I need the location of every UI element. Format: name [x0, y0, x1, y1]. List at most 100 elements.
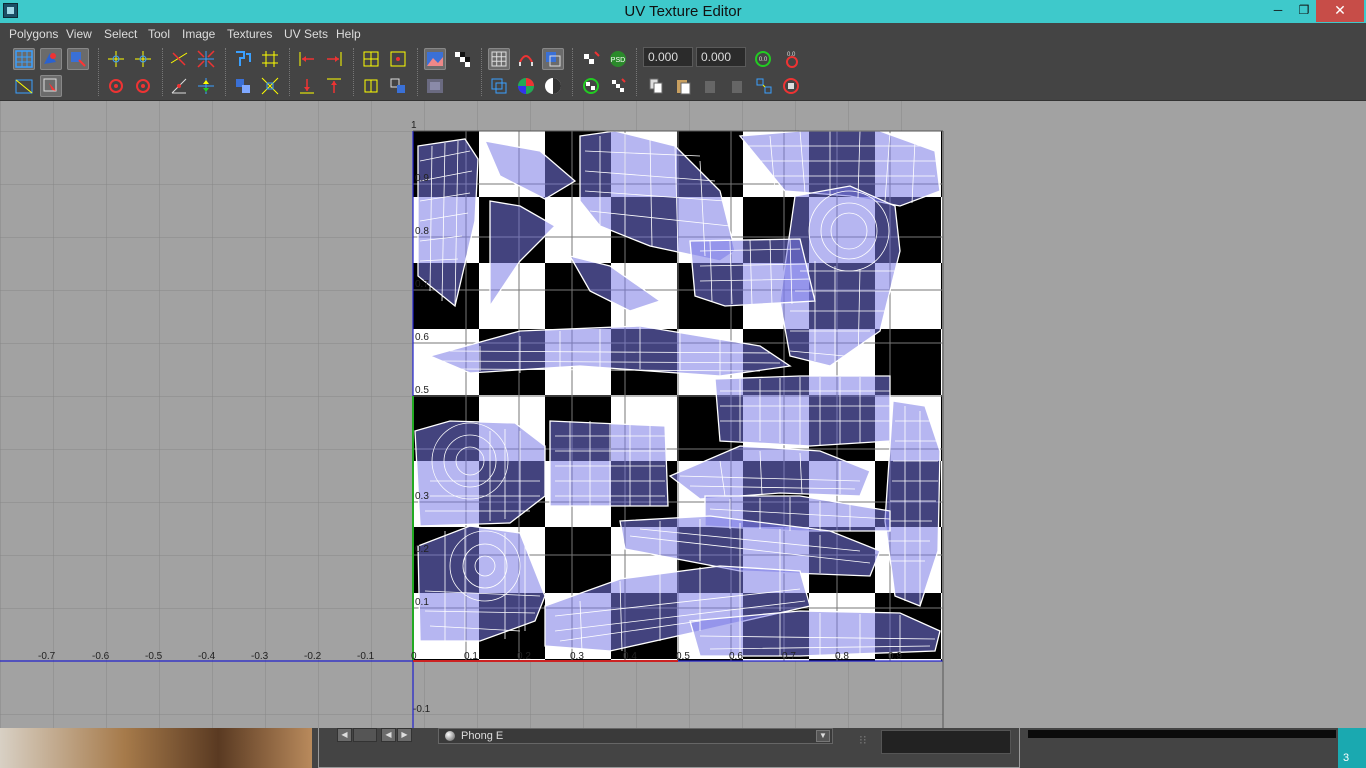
shader-name: Phong E: [461, 730, 504, 742]
uv-shell[interactable]: [689, 610, 941, 657]
align-uvs-bottom-button[interactable]: [296, 75, 318, 97]
grid-uvs-button[interactable]: [259, 48, 281, 70]
alpha-channel-button[interactable]: [542, 75, 564, 97]
delete-uvs-button[interactable]: [780, 75, 802, 97]
v-coordinate-field[interactable]: [696, 47, 746, 67]
image-range-button[interactable]: [580, 48, 602, 70]
timeline-strip: [1026, 728, 1338, 768]
rotate-uv-cw-button[interactable]: [132, 75, 154, 97]
layout-uvs-button[interactable]: [232, 48, 254, 70]
u-tick-label: 0.1: [464, 651, 478, 662]
uv-toolbar: PSD 0.0 0.0: [0, 44, 1366, 101]
menu-uv-sets[interactable]: UV Sets: [284, 27, 328, 41]
chevron-down-icon[interactable]: ▼: [816, 730, 830, 742]
uv-transformation-entry-mode-button[interactable]: 0.0: [779, 48, 801, 70]
u-tick-label: 0.2: [517, 651, 531, 662]
reload-texture-button[interactable]: [607, 75, 629, 97]
move-and-sew-button[interactable]: [195, 75, 217, 97]
uv-shell[interactable]: [714, 375, 891, 447]
pixel-snap-button[interactable]: [515, 48, 537, 70]
v-tick-label: 0.6: [415, 332, 429, 343]
toolbar-separator: [98, 48, 100, 96]
prev-button[interactable]: ◀: [381, 728, 396, 742]
checker-tiles-button[interactable]: [451, 48, 473, 70]
toolbar-separator: [289, 48, 291, 96]
u-tick-label: 0.3: [570, 651, 584, 662]
v-tick-label: 0.9: [415, 173, 429, 184]
toolbar-separator: [225, 48, 227, 96]
move-uv-shell-tool-button[interactable]: [40, 48, 62, 70]
background-viewport-thumbnail: [0, 728, 312, 768]
menu-textures[interactable]: Textures: [227, 27, 272, 41]
u-tick-label: -0.4: [198, 651, 216, 662]
align-uvs-top-button[interactable]: [323, 75, 345, 97]
u-tick-label: -0.2: [304, 651, 322, 662]
straighten-uvs-button[interactable]: [232, 75, 254, 97]
v-tick-label: 1: [411, 120, 417, 131]
u-tick-label: 0.9: [888, 651, 902, 662]
cut-uv-edges-button[interactable]: [168, 48, 190, 70]
u-tick-label: -0.5: [145, 651, 163, 662]
psd-network-button[interactable]: PSD: [607, 48, 629, 70]
shader-ball-icon: [445, 731, 455, 741]
dim-image-button[interactable]: [424, 75, 446, 97]
copy-uvs-button[interactable]: [645, 75, 667, 97]
split-uvs-button[interactable]: [195, 48, 217, 70]
select-shortest-edge-path-button[interactable]: [13, 75, 35, 97]
menu-tool[interactable]: Tool: [148, 27, 170, 41]
display-uv-borders-button[interactable]: [360, 75, 382, 97]
cycle-uvs-button[interactable]: [753, 75, 775, 97]
close-button[interactable]: ✕: [1316, 0, 1364, 22]
u-tick-label: 0.4: [623, 651, 637, 662]
drag-handle-icon[interactable]: ⁝⁝: [859, 733, 875, 747]
flip-uv-horizontal-button[interactable]: [105, 48, 127, 70]
menu-polygons[interactable]: Polygons: [9, 27, 58, 41]
u-coordinate-field[interactable]: [643, 47, 693, 67]
rotate-uv-ccw-button[interactable]: [105, 75, 127, 97]
paste-uvs-button[interactable]: [672, 75, 694, 97]
window-title: UV Texture Editor: [624, 3, 742, 20]
tweak-uv-tool-button[interactable]: [40, 75, 62, 97]
minimize-button[interactable]: ─: [1264, 0, 1292, 22]
uv-smudge-tool-button[interactable]: [67, 48, 89, 70]
uv-lattice-tool-button[interactable]: [13, 48, 35, 70]
display-distortion-button[interactable]: [387, 75, 409, 97]
toggle-grid-button[interactable]: [488, 48, 510, 70]
menu-view[interactable]: View: [66, 27, 92, 41]
shader-dropdown[interactable]: Phong E ▼: [438, 728, 833, 744]
menu-image[interactable]: Image: [182, 27, 215, 41]
update-psd-button[interactable]: [580, 75, 602, 97]
display-image-button[interactable]: [424, 48, 446, 70]
snapshot-button[interactable]: [360, 48, 382, 70]
menu-select[interactable]: Select: [104, 27, 137, 41]
align-uvs-right-button[interactable]: [323, 48, 345, 70]
timeline-bar: [1028, 730, 1336, 738]
uv-grid-canvas[interactable]: -0.7 -0.6 -0.5 -0.4 -0.3 -0.2 -0.1 0 0.1…: [0, 101, 1366, 728]
sew-uv-edges-button[interactable]: [168, 75, 190, 97]
title-bar: UV Texture Editor ─ ❐ ✕: [0, 0, 1366, 23]
scroll-left-button[interactable]: ◀: [337, 728, 352, 742]
select-overlap-button[interactable]: [387, 48, 409, 70]
scroll-track[interactable]: [353, 728, 377, 742]
refresh-uv-values-button[interactable]: 0.0: [752, 48, 774, 70]
paste-v-button[interactable]: [726, 75, 748, 97]
u-tick-label: -0.1: [357, 651, 375, 662]
uv-editor-viewport[interactable]: -0.7 -0.6 -0.5 -0.4 -0.3 -0.2 -0.1 0 0.1…: [0, 101, 1366, 728]
maximize-button[interactable]: ❐: [1290, 0, 1318, 22]
u-tick-label: 0: [411, 651, 417, 662]
shaded-uv-display-button[interactable]: [542, 48, 564, 70]
u-tick-label: -0.7: [38, 651, 56, 662]
v-tick-label: 0.7: [415, 279, 429, 290]
rgb-channels-button[interactable]: [515, 75, 537, 97]
toolbar-separator: [636, 48, 638, 96]
unfold-uvs-button[interactable]: [259, 75, 281, 97]
value-display-box: [881, 730, 1011, 754]
paste-u-button[interactable]: [699, 75, 721, 97]
align-uvs-left-button[interactable]: [296, 48, 318, 70]
v-tick-label: 0.2: [415, 544, 429, 555]
menu-help[interactable]: Help: [336, 27, 361, 41]
isolate-select-button[interactable]: [488, 75, 510, 97]
bottom-panel-area: ◀ ◀ ▶ ⁝⁝ Phong E ▼: [0, 728, 1366, 768]
next-button[interactable]: ▶: [397, 728, 412, 742]
flip-uv-vertical-button[interactable]: [132, 48, 154, 70]
